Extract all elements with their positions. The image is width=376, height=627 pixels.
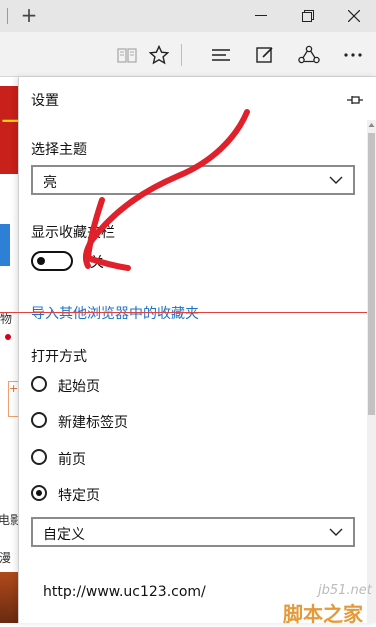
watermark-site: jb51.net: [318, 583, 372, 598]
annotation-arrow-icon: [82, 109, 250, 271]
